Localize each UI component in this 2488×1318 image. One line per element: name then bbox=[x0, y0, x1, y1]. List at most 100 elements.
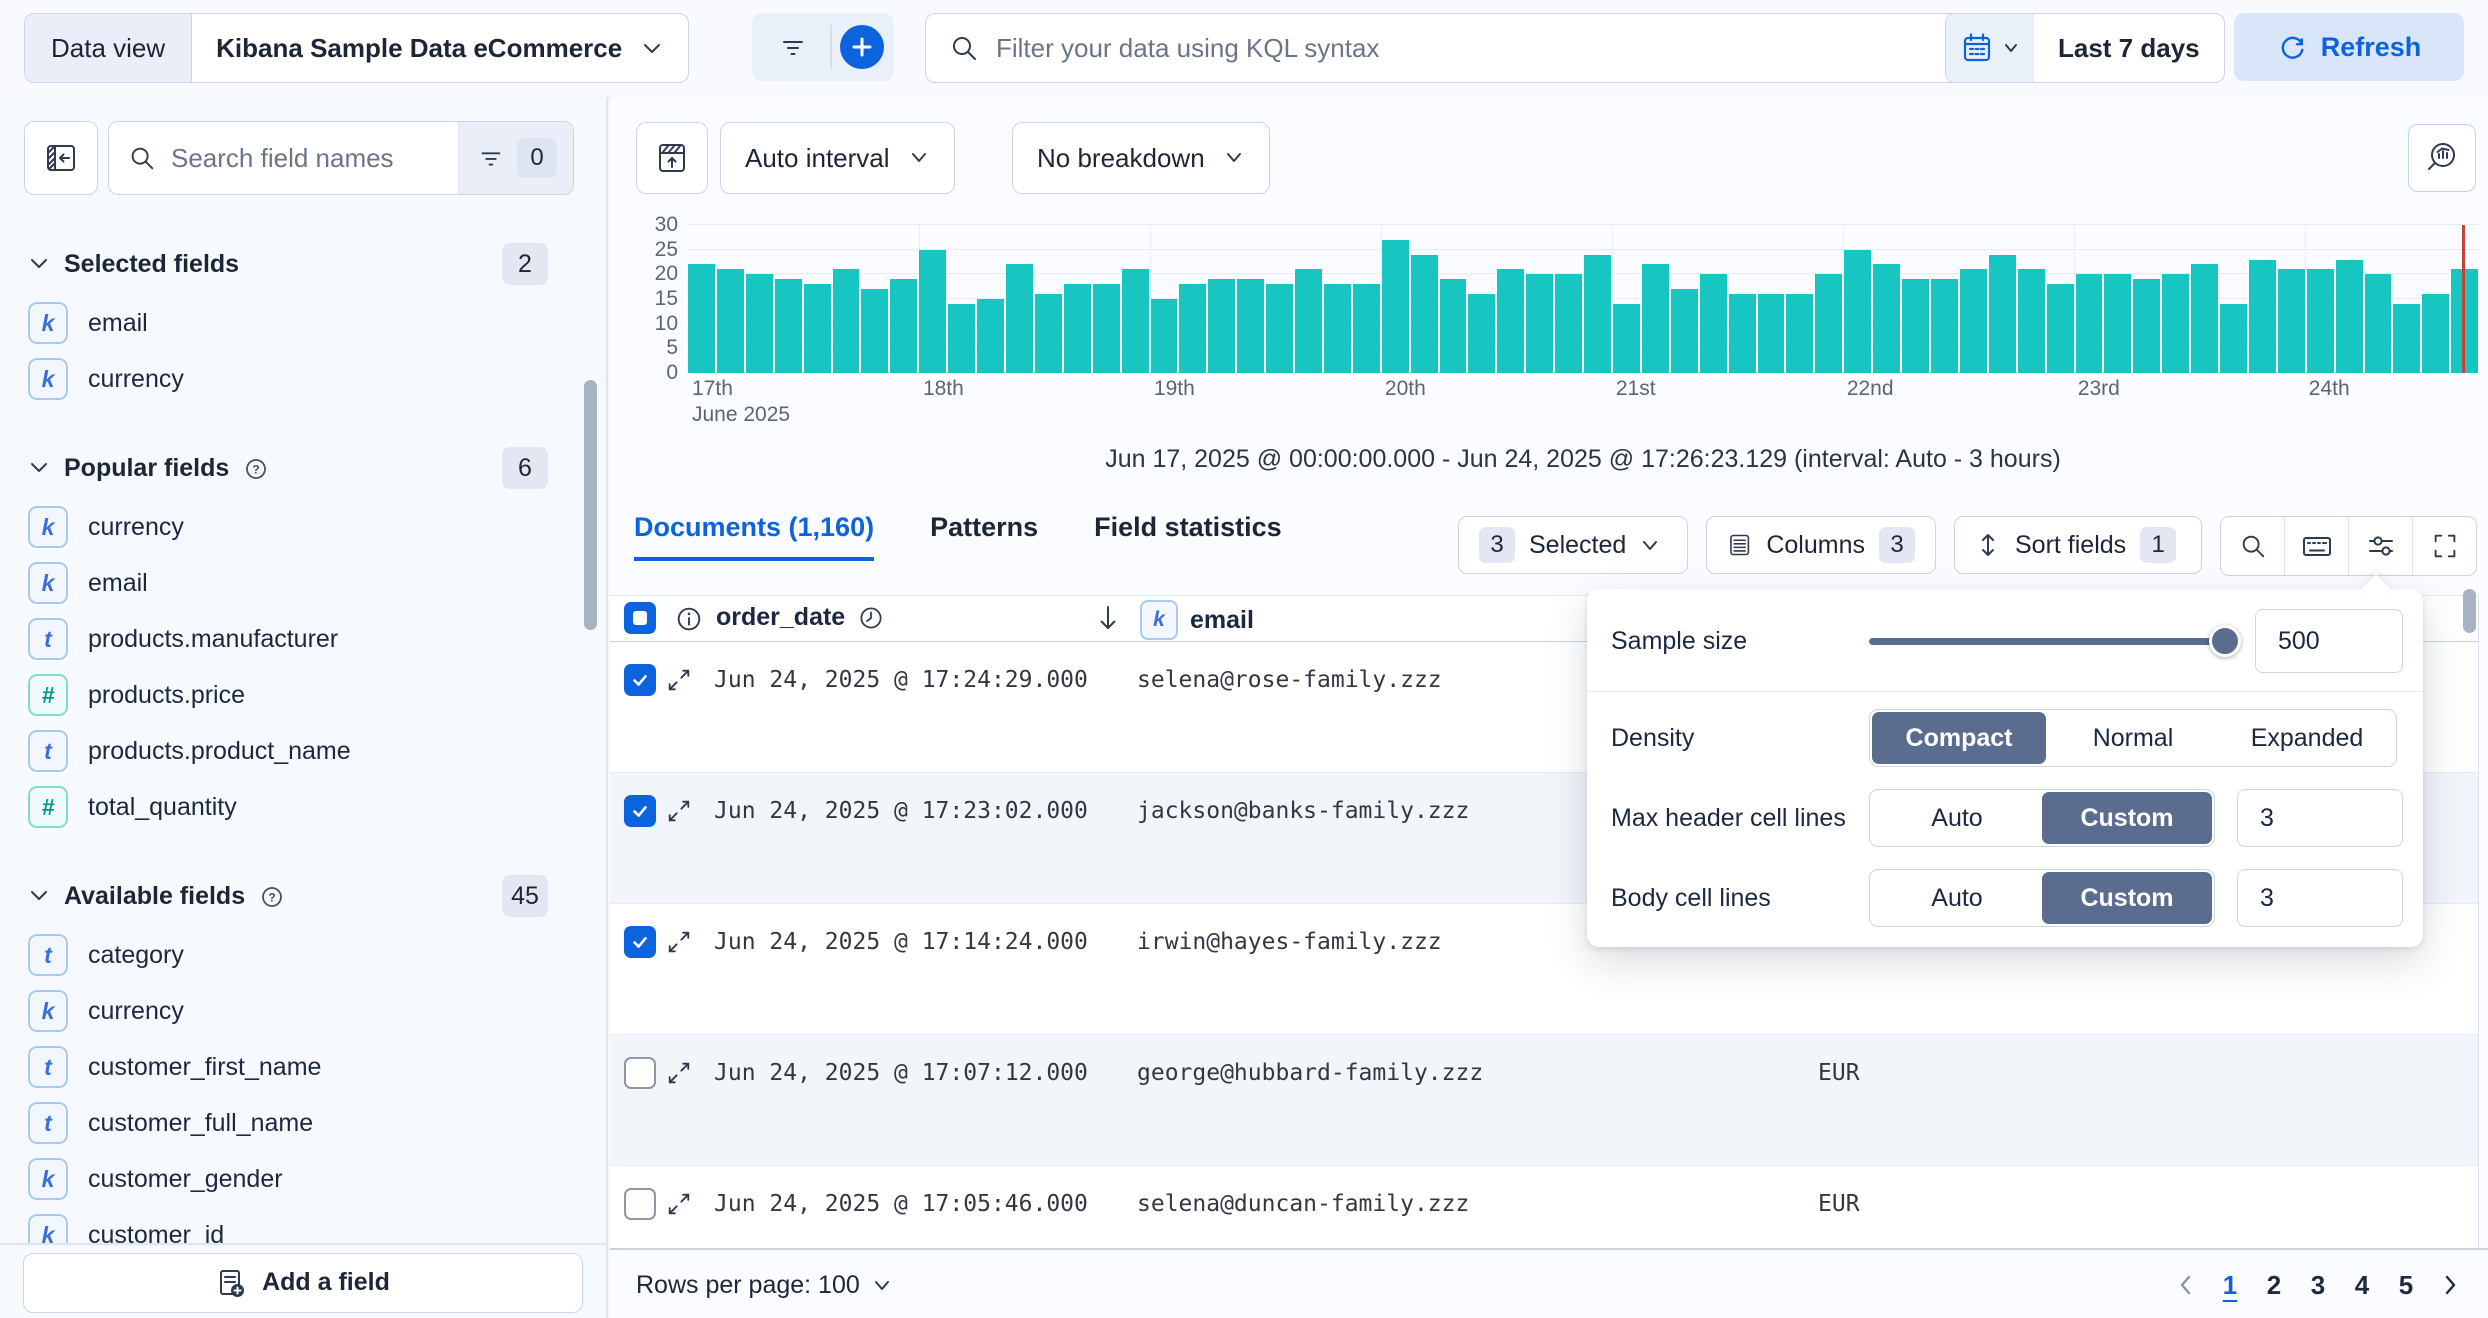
histogram-bar[interactable] bbox=[717, 269, 744, 373]
kql-search-input[interactable]: Filter your data using KQL syntax bbox=[925, 13, 1969, 83]
field-section-header-available-fields[interactable]: Available fields?45 bbox=[0, 849, 600, 927]
histogram-bar[interactable] bbox=[2162, 274, 2189, 373]
filter-menu-button[interactable] bbox=[762, 17, 822, 77]
histogram-bar[interactable] bbox=[2191, 264, 2218, 373]
histogram-bars[interactable] bbox=[688, 225, 2478, 373]
header-lines-custom-button[interactable]: Custom bbox=[2042, 792, 2212, 844]
histogram-bar[interactable] bbox=[1960, 269, 1987, 373]
data-view-picker[interactable]: Data view Kibana Sample Data eCommerce bbox=[24, 13, 689, 83]
header-lines-input[interactable]: 3 bbox=[2237, 789, 2403, 847]
tab-patterns[interactable]: Patterns bbox=[930, 512, 1038, 561]
slider-thumb[interactable] bbox=[2209, 625, 2241, 657]
histogram-bar[interactable] bbox=[2133, 279, 2160, 373]
histogram-bar[interactable] bbox=[1497, 269, 1524, 373]
field-item-currency[interactable]: kcurrency bbox=[0, 499, 600, 555]
histogram-bar[interactable] bbox=[1440, 279, 1467, 373]
row-checkbox[interactable] bbox=[624, 795, 656, 827]
interval-dropdown[interactable]: Auto interval bbox=[720, 122, 955, 194]
expand-document-button[interactable] bbox=[666, 667, 692, 693]
selected-documents-dropdown[interactable]: 3 Selected bbox=[1458, 516, 1688, 574]
breakdown-dropdown[interactable]: No breakdown bbox=[1012, 122, 1270, 194]
previous-page-button[interactable] bbox=[2164, 1260, 2208, 1310]
histogram-bar[interactable] bbox=[1786, 294, 1813, 373]
date-picker-menu-button[interactable] bbox=[1946, 14, 2034, 82]
histogram-bar[interactable] bbox=[2018, 269, 2045, 373]
field-section-header-selected-fields[interactable]: Selected fields2 bbox=[0, 217, 600, 295]
histogram-bar[interactable] bbox=[688, 264, 715, 373]
expand-document-button[interactable] bbox=[666, 1060, 692, 1086]
collapse-sidebar-button[interactable] bbox=[24, 121, 98, 195]
histogram-bar[interactable] bbox=[1411, 255, 1438, 373]
field-item-email[interactable]: kemail bbox=[0, 295, 600, 351]
row-checkbox[interactable] bbox=[624, 1188, 656, 1220]
header-lines-auto-button[interactable]: Auto bbox=[1872, 792, 2042, 844]
field-item-email[interactable]: kemail bbox=[0, 555, 600, 611]
sort-descending-indicator[interactable] bbox=[1093, 602, 1123, 634]
page-button-2[interactable]: 2 bbox=[2252, 1260, 2296, 1310]
histogram-bar[interactable] bbox=[1873, 264, 1900, 373]
next-page-button[interactable] bbox=[2428, 1260, 2472, 1310]
histogram-bar[interactable] bbox=[833, 269, 860, 373]
histogram-bar[interactable] bbox=[919, 250, 946, 373]
histogram-bar[interactable] bbox=[1151, 299, 1178, 373]
histogram-bar[interactable] bbox=[2336, 260, 2363, 373]
histogram-bar[interactable] bbox=[2104, 274, 2131, 373]
density-expanded-button[interactable]: Expanded bbox=[2220, 712, 2394, 764]
histogram-bar[interactable] bbox=[977, 299, 1004, 373]
body-lines-input[interactable]: 3 bbox=[2237, 869, 2403, 927]
histogram-bar[interactable] bbox=[2393, 304, 2420, 373]
row-info-button[interactable] bbox=[674, 604, 704, 634]
sample-size-input[interactable]: 500 bbox=[2255, 609, 2403, 673]
histogram-bar[interactable] bbox=[1815, 274, 1842, 373]
expand-document-button[interactable] bbox=[666, 929, 692, 955]
row-checkbox[interactable] bbox=[624, 926, 656, 958]
histogram-bar[interactable] bbox=[1613, 304, 1640, 373]
histogram-bar[interactable] bbox=[1064, 284, 1091, 373]
expand-document-button[interactable] bbox=[666, 798, 692, 824]
column-header-email[interactable]: k email bbox=[1140, 600, 1254, 640]
histogram-bar[interactable] bbox=[1122, 269, 1149, 373]
histogram-bar[interactable] bbox=[1902, 279, 1929, 373]
histogram-bar[interactable] bbox=[775, 279, 802, 373]
tab-documents[interactable]: Documents (1,160) bbox=[634, 512, 874, 561]
field-item-category[interactable]: tcategory bbox=[0, 927, 600, 983]
hide-chart-button[interactable] bbox=[636, 122, 708, 194]
histogram-bar[interactable] bbox=[1006, 264, 1033, 373]
field-item-products-manufacturer[interactable]: tproducts.manufacturer bbox=[0, 611, 600, 667]
histogram-bar[interactable] bbox=[1353, 284, 1380, 373]
field-item-products-price[interactable]: #products.price bbox=[0, 667, 600, 723]
page-button-4[interactable]: 4 bbox=[2340, 1260, 2384, 1310]
data-view-select[interactable]: Kibana Sample Data eCommerce bbox=[192, 14, 688, 82]
row-checkbox[interactable] bbox=[624, 664, 656, 696]
field-item-products-product-name[interactable]: tproducts.product_name bbox=[0, 723, 600, 779]
histogram-bar[interactable] bbox=[1208, 279, 1235, 373]
histogram-bar[interactable] bbox=[1266, 284, 1293, 373]
histogram-bar[interactable] bbox=[1584, 255, 1611, 373]
field-item-total-quantity[interactable]: #total_quantity bbox=[0, 779, 600, 835]
histogram-bar[interactable] bbox=[1035, 294, 1062, 373]
field-item-customer-first-name[interactable]: tcustomer_first_name bbox=[0, 1039, 600, 1095]
body-lines-auto-button[interactable]: Auto bbox=[1872, 872, 2042, 924]
page-button-5[interactable]: 5 bbox=[2384, 1260, 2428, 1310]
body-lines-custom-button[interactable]: Custom bbox=[2042, 872, 2212, 924]
time-range-value[interactable]: Last 7 days bbox=[2034, 14, 2224, 82]
edit-visualization-button[interactable] bbox=[2408, 124, 2476, 192]
histogram-bar[interactable] bbox=[804, 284, 831, 373]
field-item-customer-gender[interactable]: kcustomer_gender bbox=[0, 1151, 600, 1207]
page-button-3[interactable]: 3 bbox=[2296, 1260, 2340, 1310]
sidebar-scrollbar[interactable] bbox=[584, 380, 597, 630]
add-filter-button[interactable] bbox=[840, 25, 884, 69]
tab-field-statistics[interactable]: Field statistics bbox=[1094, 512, 1282, 561]
sample-size-slider[interactable] bbox=[1869, 638, 2231, 645]
histogram-bar[interactable] bbox=[2220, 304, 2247, 373]
histogram-bar[interactable] bbox=[1989, 255, 2016, 373]
histogram-bar[interactable] bbox=[1179, 284, 1206, 373]
histogram-bar[interactable] bbox=[2365, 274, 2392, 373]
page-button-1[interactable]: 1 bbox=[2208, 1260, 2252, 1310]
histogram-bar[interactable] bbox=[861, 289, 888, 373]
display-options-button[interactable] bbox=[2348, 517, 2412, 575]
keyboard-shortcuts-button[interactable] bbox=[2284, 517, 2348, 575]
histogram-bar[interactable] bbox=[1468, 294, 1495, 373]
expand-document-button[interactable] bbox=[666, 1191, 692, 1217]
field-search-input[interactable]: Search field names 0 bbox=[108, 121, 574, 195]
